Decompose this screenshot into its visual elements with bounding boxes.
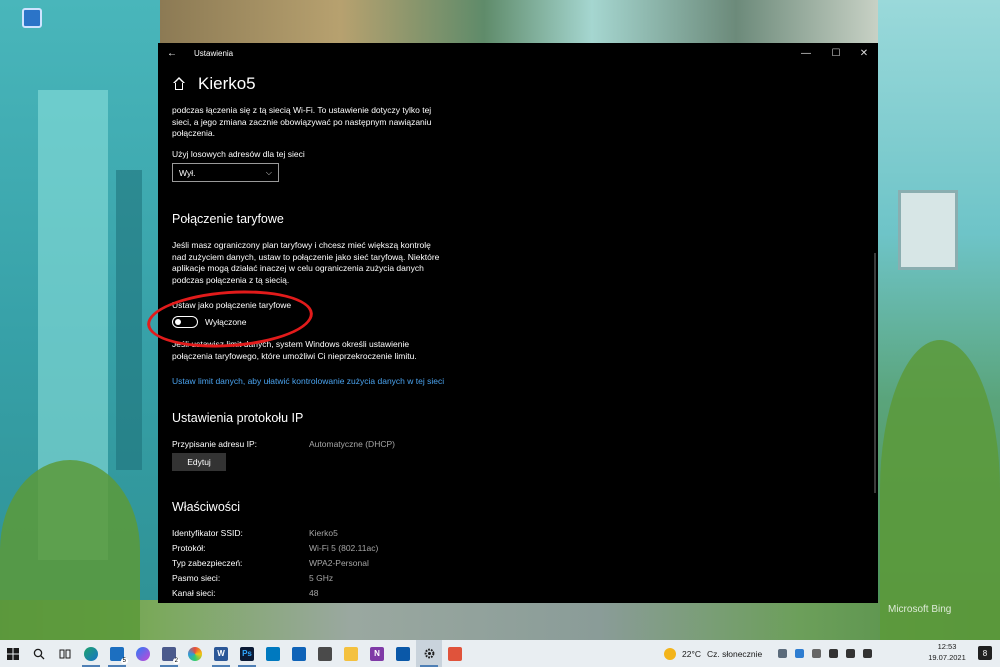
- task-view-button[interactable]: [52, 640, 78, 667]
- property-value: WPA2-Personal: [309, 558, 369, 568]
- page-header: Kierko5: [172, 74, 256, 94]
- windows-logo-icon: [6, 647, 20, 661]
- recycle-bin-icon[interactable]: [22, 8, 42, 28]
- trello-icon: [266, 646, 280, 661]
- taskbar-onenote[interactable]: N: [364, 640, 390, 667]
- taskbar-outlook-2[interactable]: [390, 640, 416, 667]
- taskbar-messenger[interactable]: [130, 640, 156, 667]
- close-icon: ✕: [859, 47, 869, 59]
- mail-badge: 5: [120, 658, 128, 664]
- wallpaper-right-window: [898, 190, 958, 270]
- photos-icon: [188, 646, 202, 661]
- weather-temperature[interactable]: 22°C: [682, 649, 701, 659]
- taskbar-clock[interactable]: 12:53 19.07.2021: [923, 642, 971, 663]
- maximize-icon: ☐: [831, 47, 841, 59]
- task-view-icon: [59, 649, 71, 658]
- onedrive-icon[interactable]: [812, 649, 822, 658]
- search-icon: [33, 648, 45, 659]
- property-value: 48: [309, 588, 319, 598]
- wallpaper-window: [116, 170, 142, 470]
- minimize-icon: —: [801, 47, 811, 59]
- property-value: Wi-Fi 5 (802.11ac): [309, 543, 379, 553]
- taskbar-edge[interactable]: [78, 640, 104, 667]
- wallpaper-ground: [0, 600, 1000, 640]
- taskbar-teams[interactable]: 2: [156, 640, 182, 667]
- ip-assignment-value: Automatyczne (DHCP): [309, 439, 395, 449]
- property-value: Kierko5: [309, 528, 338, 538]
- chevron-up-icon[interactable]: [778, 649, 788, 658]
- bing-watermark: Microsoft Bing: [888, 604, 952, 615]
- metered-section-title: Połączenie taryfowe: [172, 212, 284, 226]
- outlook-alt-icon: [396, 646, 410, 661]
- search-button[interactable]: [26, 640, 52, 667]
- taskbar-photos[interactable]: [182, 640, 208, 667]
- wifi-icon[interactable]: [829, 649, 839, 658]
- property-key: Protokół:: [172, 543, 206, 553]
- property-key: Kanał sieci:: [172, 588, 216, 598]
- property-key: Identyfikator SSID:: [172, 528, 243, 538]
- edge-icon: [84, 646, 98, 661]
- gear-icon: [424, 648, 434, 659]
- paint-icon: [448, 646, 462, 661]
- random-mac-intro: podczas łączenia się z tą siecią Wi-Fi. …: [172, 105, 432, 138]
- taskbar-paint[interactable]: [442, 640, 468, 667]
- calculator-icon: [318, 646, 332, 661]
- edit-ip-button[interactable]: Edytuj: [172, 453, 226, 471]
- random-mac-dropdown[interactable]: Wył. ⌵: [172, 163, 279, 182]
- taskbar-word[interactable]: W: [208, 640, 234, 667]
- notification-center-button[interactable]: 8: [978, 646, 992, 660]
- taskbar-mail[interactable]: 5: [104, 640, 130, 667]
- weather-sun-icon[interactable]: [664, 647, 676, 660]
- ip-section-title: Ustawienia protokołu IP: [172, 411, 304, 425]
- wallpaper-plant-right: [880, 340, 1000, 640]
- random-mac-value: Wył.: [179, 167, 196, 178]
- home-icon-body: [175, 83, 183, 90]
- property-key: Pasmo sieci:: [172, 573, 221, 583]
- title-bar: ← Ustawienia: [158, 43, 878, 63]
- home-icon[interactable]: [172, 77, 186, 91]
- metered-description: Jeśli masz ograniczony plan taryfowy i c…: [172, 240, 440, 285]
- teams-badge: 2: [172, 658, 180, 664]
- window-title: Ustawienia: [194, 48, 234, 58]
- word-icon: W: [214, 646, 228, 661]
- properties-section-title: Właściwości: [172, 500, 241, 514]
- wallpaper-plant-left: [0, 460, 140, 640]
- close-button[interactable]: ✕: [850, 43, 878, 63]
- taskbar-file-explorer[interactable]: [338, 640, 364, 667]
- random-mac-label: Użyj losowych adresów dla tej sieci: [172, 149, 305, 159]
- taskbar-settings[interactable]: [416, 640, 442, 667]
- volume-icon[interactable]: [846, 649, 856, 658]
- system-tray: 22°C Cz. słonecznie: [664, 640, 873, 667]
- telegram-icon[interactable]: [795, 649, 805, 658]
- messenger-icon: [136, 646, 150, 661]
- property-key: Typ zabezpieczeń:: [172, 558, 243, 568]
- ip-assignment-key: Przypisanie adresu IP:: [172, 439, 258, 449]
- windows-logo-svg: [7, 647, 19, 660]
- taskbar-photoshop[interactable]: Ps: [234, 640, 260, 667]
- clock-date: 19.07.2021: [928, 652, 966, 662]
- taskbar-outlook[interactable]: [286, 640, 312, 667]
- page-title: Kierko5: [198, 74, 256, 93]
- taskbar-calculator[interactable]: [312, 640, 338, 667]
- start-button[interactable]: [0, 640, 26, 667]
- weather-condition[interactable]: Cz. słonecznie: [707, 649, 762, 659]
- scrollbar[interactable]: [874, 253, 876, 493]
- back-button[interactable]: ←: [158, 43, 186, 63]
- battery-icon[interactable]: [863, 649, 873, 658]
- wallpaper-top: [160, 0, 880, 44]
- minimize-button[interactable]: —: [792, 43, 820, 63]
- property-value: 5 GHz: [309, 573, 334, 583]
- onenote-icon: N: [370, 646, 384, 661]
- outlook-icon: [292, 646, 306, 661]
- back-arrow-icon: ←: [167, 47, 177, 59]
- folder-icon: [344, 646, 358, 661]
- taskbar-trello[interactable]: [260, 640, 286, 667]
- photoshop-icon: Ps: [240, 646, 254, 661]
- maximize-button[interactable]: ☐: [822, 43, 850, 63]
- set-data-limit-link[interactable]: Ustaw limit danych, aby ułatwić kontrolo…: [172, 376, 444, 386]
- clock-time: 12:53: [937, 642, 957, 651]
- chevron-down-icon: ⌵: [265, 167, 272, 177]
